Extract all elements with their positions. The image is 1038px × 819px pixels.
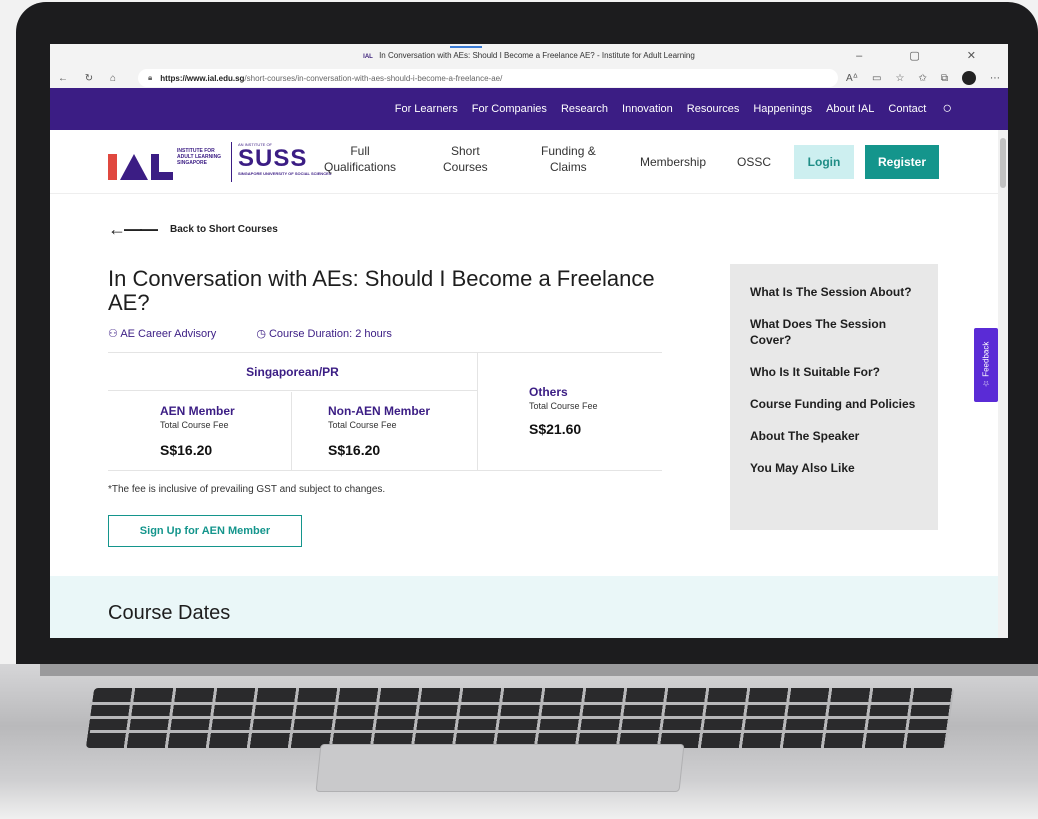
logo-divider (231, 142, 232, 182)
browser-titlebar: IAL In Conversation with AEs: Should I B… (50, 44, 1008, 68)
refresh-icon[interactable]: ↻ (85, 73, 93, 84)
course-duration-label: Course Duration: 2 hours (268, 328, 392, 340)
nav-happenings[interactable]: Happenings (753, 103, 812, 115)
url-path: /short-courses/in-conversation-with-aes-… (244, 73, 503, 83)
sidebar-link-speaker[interactable]: About The Speaker (750, 428, 918, 444)
keyboard-row-divider (89, 716, 951, 719)
sidebar-link-funding-policies[interactable]: Course Funding and Policies (750, 396, 918, 412)
laptop-scene: IAL In Conversation with AEs: Should I B… (0, 0, 1038, 819)
suss-logo-word: SUSS (238, 145, 308, 172)
nav-research[interactable]: Research (561, 103, 608, 115)
course-category-label: AE Career Advisory (120, 328, 217, 340)
sidebar-link-session-cover[interactable]: What Does The Session Cover? (750, 316, 918, 348)
nav-short-courses[interactable]: Short Courses (443, 143, 488, 175)
fee-others: Others Total Course Fee S$21.60 (478, 353, 598, 471)
back-arrow-icon[interactable]: ← (58, 73, 68, 84)
collections-icon[interactable]: ⧉ (941, 73, 948, 84)
fee-label: Total Course Fee (328, 420, 397, 430)
org-chart-icon: ⚇ (108, 328, 118, 340)
tab-title[interactable]: In Conversation with AEs: Should I Becom… (379, 51, 695, 60)
fee-label: Total Course Fee (529, 401, 598, 411)
sidebar-link-suitable-for[interactable]: Who Is It Suitable For? (750, 364, 918, 380)
window-controls[interactable]: – ▢ ✕ (856, 44, 998, 68)
profile-avatar[interactable] (962, 71, 976, 85)
login-button[interactable]: Login (794, 145, 854, 179)
sign-up-aen-button[interactable]: Sign Up for AEN Member (108, 515, 302, 547)
page-title: In Conversation with AEs: Should I Becom… (108, 266, 655, 315)
nav-label-line: Short (451, 144, 480, 158)
fee-label: Total Course Fee (160, 420, 229, 430)
nav-funding-claims[interactable]: Funding & Claims (541, 143, 596, 175)
browser-tools: Aᐞ ▭ ☆ ✩ ⧉ ⋯ (846, 71, 1000, 85)
keyboard-row-divider (89, 702, 951, 705)
laptop-hinge (40, 664, 1038, 676)
nav-for-learners[interactable]: For Learners (395, 103, 458, 115)
home-icon[interactable]: ⌂ (110, 73, 116, 84)
page-scrollbar[interactable] (998, 130, 1008, 638)
sidebar-link-also-like[interactable]: You May Also Like (750, 460, 918, 476)
fee-heading: Non-AEN Member (328, 404, 431, 418)
course-category: ⚇ AE Career Advisory (108, 327, 216, 340)
course-duration: ◷ Course Duration: 2 hours (256, 327, 392, 340)
fee-value: S$16.20 (160, 442, 213, 458)
gst-note: *The fee is inclusive of prevailing GST … (108, 484, 386, 495)
back-to-short-courses-link[interactable]: ←—— Back to Short Courses (108, 219, 278, 240)
register-button[interactable]: Register (865, 145, 939, 179)
nav-label-line: Claims (550, 160, 587, 174)
fee-heading: AEN Member (160, 404, 235, 418)
scrollbar-thumb[interactable] (1000, 138, 1006, 188)
fee-value: S$16.20 (328, 442, 381, 458)
course-dates-heading: Course Dates (108, 602, 231, 624)
main-nav: INSTITUTE FOR ADULT LEARNING SINGAPORE A… (50, 130, 1008, 194)
fee-heading: Others (529, 385, 568, 399)
more-menu-icon[interactable]: ⋯ (990, 73, 1000, 84)
fee-aen-member: AEN Member Total Course Fee S$16.20 (108, 392, 292, 471)
suss-logo[interactable]: AN INSTITUTE OF SUSS SINGAPORE UNIVERSIT… (238, 142, 331, 176)
nav-membership[interactable]: Membership (640, 154, 706, 170)
on-page-navigation: What Is The Session About? What Does The… (730, 264, 938, 530)
read-aloud-icon[interactable]: Aᐞ (846, 73, 858, 84)
nav-full-qualifications[interactable]: Full Qualifications (324, 143, 396, 175)
sidebar-link-session-about[interactable]: What Is The Session About? (750, 284, 918, 300)
address-bar[interactable]: 🔒︎ https://www.ial.edu.sg /short-courses… (138, 69, 838, 87)
ial-logo-subtitle: INSTITUTE FOR ADULT LEARNING SINGAPORE (177, 148, 222, 166)
ial-logo-mark (108, 154, 173, 180)
tab-favicon: IAL (363, 54, 373, 60)
course-meta: ⚇ AE Career Advisory ◷ Course Duration: … (108, 327, 392, 340)
nav-label-line: Full (350, 144, 370, 158)
reader-icon[interactable]: ▭ (872, 73, 881, 84)
ial-logo[interactable]: INSTITUTE FOR ADULT LEARNING SINGAPORE (108, 148, 227, 180)
clock-icon: ◷ (256, 328, 266, 340)
fee-non-aen-member: Non-AEN Member Total Course Fee S$16.20 (292, 392, 478, 471)
nav-ossc[interactable]: OSSC (737, 154, 771, 170)
nav-label-line: Qualifications (324, 160, 397, 174)
browser-window: IAL In Conversation with AEs: Should I B… (50, 44, 1008, 638)
browser-toolbar: ← ↻ ⌂ 🔒︎ https://www.ial.edu.sg /short-c… (50, 68, 1008, 88)
fee-singaporean-section: Singaporean/PR AEN Member Total Course F… (108, 353, 478, 471)
long-arrow-left-icon: ←—— (108, 219, 158, 239)
nav-buttons: ← ↻ ⌂ (58, 73, 130, 84)
keyboard-row-divider (89, 730, 951, 733)
feedback-tab[interactable]: ☆ Feedback (974, 328, 998, 402)
favorite-add-icon[interactable]: ☆ (896, 73, 905, 84)
utility-nav: For Learners For Companies Research Inno… (50, 88, 1008, 130)
nav-about-ial[interactable]: About IAL (826, 103, 874, 115)
search-icon[interactable]: ○ (942, 100, 952, 118)
trackpad (315, 744, 685, 792)
nav-innovation[interactable]: Innovation (622, 103, 673, 115)
nav-label-line: Funding & (541, 144, 596, 158)
fee-sgpr-heading: Singaporean/PR (108, 353, 477, 391)
nav-resources[interactable]: Resources (687, 103, 740, 115)
nav-for-companies[interactable]: For Companies (472, 103, 547, 115)
nav-label-line: Courses (443, 160, 488, 174)
lock-icon: 🔒︎ (148, 73, 153, 82)
back-link-label: Back to Short Courses (170, 224, 278, 235)
fee-value: S$21.60 (529, 421, 582, 437)
url-host: https://www.ial.edu.sg (160, 73, 245, 83)
suss-logo-subtitle: SINGAPORE UNIVERSITY OF SOCIAL SCIENCES (238, 171, 332, 176)
active-tab-indicator (450, 46, 482, 48)
fee-table: Singaporean/PR AEN Member Total Course F… (108, 352, 662, 471)
favorites-icon[interactable]: ✩ (918, 73, 926, 84)
nav-contact[interactable]: Contact (888, 103, 926, 115)
